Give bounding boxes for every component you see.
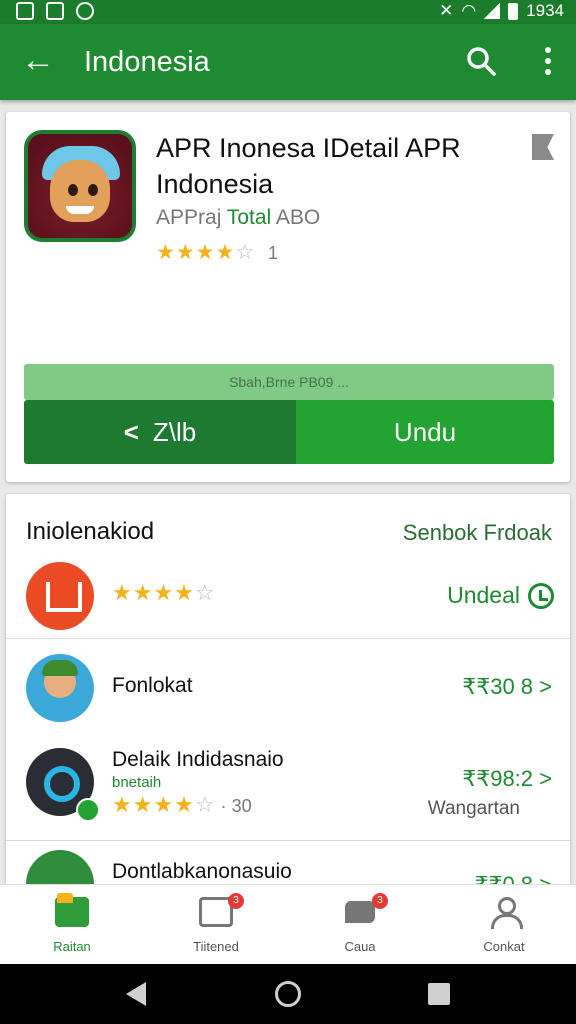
section-title: Iniolenakiod — [26, 518, 155, 545]
status-bar: ✕ ◠ 1934 — [0, 0, 576, 24]
more-options-icon[interactable] — [536, 44, 560, 78]
action-buttons: < Z\lb Undu — [24, 400, 554, 464]
app-bar-title: Indonesia — [84, 46, 210, 78]
list-item[interactable]: Fonlokat ₹₹30 8 > — [6, 644, 570, 734]
rating-star-empty: ☆ — [235, 241, 255, 264]
status-time: 1934 — [526, 1, 564, 20]
nav-label: Caua — [344, 939, 376, 954]
nav-messages[interactable]: 3 Caua — [288, 885, 432, 964]
featured-action[interactable]: Undeal — [447, 582, 554, 609]
home-icon — [55, 893, 89, 927]
app-meta: APPraj Total ABO — [156, 206, 320, 230]
notification-badge: 3 — [372, 893, 388, 909]
search-icon[interactable] — [464, 44, 498, 78]
image-icon — [46, 2, 64, 20]
app-developer: APPraj — [156, 206, 222, 229]
list-item-price: ₹₹98:2 > — [462, 766, 552, 791]
list-item-price: ₹₹30 8 > — [462, 674, 552, 699]
featured-app-row[interactable]: ★★★★☆ Undeal — [6, 558, 570, 638]
clock-icon — [528, 582, 554, 609]
gallery-icon — [16, 2, 34, 20]
app-rating: ★★★★☆ 1 — [156, 240, 278, 265]
app-title: APR Inonesa IDetail APR Indonesia — [156, 133, 461, 199]
list-item-stars: ★★★★ — [112, 792, 195, 817]
featured-star-empty: ☆ — [194, 580, 215, 605]
list-item-count: · 30 — [220, 796, 252, 816]
bookmark-icon[interactable] — [532, 134, 554, 160]
list-item-note: Wangartan — [427, 798, 520, 819]
featured-rating: ★★★★☆ — [112, 580, 215, 606]
battery-icon — [508, 2, 519, 20]
person-icon — [489, 897, 523, 929]
system-back-icon[interactable] — [126, 982, 146, 1006]
nav-label: Raitan — [53, 939, 91, 954]
see-more-link[interactable]: Senbok Frdoak — [403, 520, 552, 546]
notification-icons — [16, 2, 94, 20]
list-item-sub: bnetaih — [112, 774, 162, 791]
nav-label: Conkat — [483, 939, 525, 954]
nav-label: Tiitened — [193, 939, 239, 954]
back-arrow-icon[interactable]: ← — [20, 42, 56, 78]
verified-badge-icon — [76, 798, 100, 822]
sync-icon — [76, 2, 94, 20]
bottom-navigation: Raitan 3 Tiitened 3 Caua Conkat — [0, 884, 576, 964]
download-progress-bar: Sbah,Brne PB09 ... — [24, 364, 554, 400]
chat-icon — [345, 901, 375, 923]
system-indicators: ✕ ◠ 1934 — [439, 1, 564, 21]
app-icon — [24, 130, 136, 242]
nav-store[interactable]: 3 Tiitened — [144, 885, 288, 964]
upload-app-icon — [26, 562, 94, 630]
nav-account[interactable]: Conkat — [432, 885, 576, 964]
system-home-icon[interactable] — [275, 981, 301, 1007]
list-item-label: Delaik Indidasnaio — [112, 748, 284, 771]
list-item-label: Dontlabkanonasuio — [112, 860, 292, 883]
app-icon-kid — [26, 654, 94, 722]
divider — [6, 840, 570, 841]
featured-stars: ★★★★ — [112, 580, 195, 605]
featured-action-label: Undeal — [447, 582, 520, 608]
app-detail-card: APR Inonesa IDetail APR Indonesia APPraj… — [6, 112, 570, 482]
list-item-star-empty: ☆ — [194, 792, 215, 817]
signal-icon — [484, 3, 501, 19]
nav-home[interactable]: Raitan — [0, 885, 144, 964]
list-item-label: Fonlokat — [112, 674, 193, 697]
rating-stars: ★★★★ — [156, 241, 236, 264]
divider — [6, 638, 570, 639]
system-recents-icon[interactable] — [428, 983, 450, 1005]
rating-count: 1 — [267, 243, 278, 263]
related-apps-card: Iniolenakiod Senbok Frdoak ★★★★☆ Undeal … — [6, 494, 570, 914]
system-nav-bar — [0, 964, 576, 1024]
app-category[interactable]: Total — [227, 206, 271, 229]
share-button[interactable]: < Z\lb — [24, 400, 296, 464]
share-button-label: Z\lb — [152, 416, 197, 447]
app-meta-suffix: ABO — [275, 206, 321, 229]
app-bar: ← Indonesia — [0, 24, 576, 100]
install-button[interactable]: Undu — [296, 400, 554, 464]
wifi-icon: ◠ — [461, 1, 477, 20]
list-item[interactable]: Delaik Indidasnaio bnetaih ★★★★☆ · 30 ₹₹9… — [6, 740, 570, 840]
mute-icon: ✕ — [439, 1, 454, 20]
notification-badge: 3 — [228, 893, 244, 909]
list-item-rating: ★★★★☆ · 30 — [112, 792, 252, 818]
share-icon: < — [123, 416, 139, 447]
